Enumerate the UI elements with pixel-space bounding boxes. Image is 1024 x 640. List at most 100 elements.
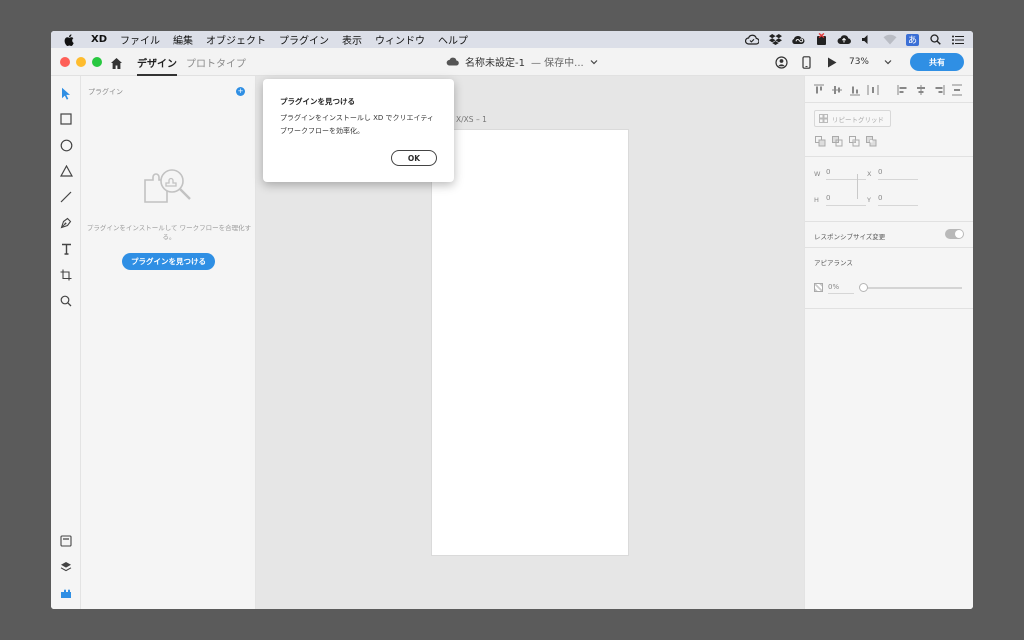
share-button[interactable]: 共有: [910, 53, 964, 71]
line-tool-icon[interactable]: [59, 190, 73, 204]
window-controls: [60, 57, 102, 67]
width-field[interactable]: 0: [826, 168, 866, 180]
menu-window[interactable]: ウィンドウ: [375, 32, 425, 47]
text-tool-icon[interactable]: [59, 242, 73, 256]
plugins-empty-message: プラグインをインストールして ワークフローを合理化する。: [86, 224, 252, 241]
home-icon[interactable]: [110, 55, 123, 69]
align-center-icon[interactable]: [915, 84, 927, 96]
menubar-status-items: あ: [745, 31, 965, 48]
boolean-intersect-icon[interactable]: [849, 136, 860, 147]
opacity-field[interactable]: 0%: [828, 283, 854, 294]
opacity-slider-track[interactable]: [863, 287, 962, 289]
height-field[interactable]: 0: [826, 194, 866, 206]
align-left-icon[interactable]: [897, 84, 909, 96]
rectangle-tool-icon[interactable]: [59, 112, 73, 126]
device-preview-icon[interactable]: [799, 54, 815, 70]
align-right-icon[interactable]: [933, 84, 945, 96]
tool-rail: [51, 76, 81, 609]
creative-cloud-sync-icon[interactable]: [745, 34, 759, 46]
x-field[interactable]: 0: [878, 168, 918, 180]
zoom-level[interactable]: 73%: [849, 57, 869, 67]
zoom-window-button[interactable]: [92, 57, 102, 67]
toolbar-right: 73% 共有: [774, 52, 964, 72]
artboard-tool-icon[interactable]: [59, 268, 73, 282]
add-plugin-icon[interactable]: +: [236, 87, 245, 96]
apple-icon[interactable]: [64, 33, 76, 46]
plugins-panel-title: プラグイン: [88, 88, 123, 96]
dialog-body: プラグインをインストールし XD でクリエイティブワークフローを効率化。: [280, 114, 434, 135]
menu-app-name[interactable]: XD: [91, 34, 107, 45]
spotlight-search-icon[interactable]: [928, 34, 942, 46]
assets-panel-icon[interactable]: [59, 534, 73, 548]
creative-cloud-icon[interactable]: [791, 34, 805, 46]
boolean-add-icon[interactable]: [815, 136, 826, 147]
select-tool-icon[interactable]: [59, 86, 73, 100]
close-window-button[interactable]: [60, 57, 70, 67]
notification-center-icon[interactable]: [951, 34, 965, 46]
document-title[interactable]: 名称未設定-1 — 保存中...: [446, 54, 598, 69]
find-plugins-dialog: プラグインを見つける プラグインをインストールし XD でクリエイティブワークフ…: [263, 79, 454, 182]
align-bottom-icon[interactable]: [849, 84, 861, 96]
inspector-divider: [805, 102, 973, 103]
property-inspector: リピートグリッド W 0 X 0 H 0 Y 0 レスポンシブサイズ変更 アピア…: [804, 76, 973, 609]
menu-edit[interactable]: 編集: [173, 32, 193, 47]
dropbox-icon[interactable]: [768, 34, 782, 46]
distribute-horizontal-icon[interactable]: [867, 84, 879, 96]
artboard-label[interactable]: e X/XS – 1: [449, 115, 487, 124]
ok-button[interactable]: OK: [391, 150, 437, 166]
tab-design[interactable]: デザイン: [137, 55, 177, 76]
tab-prototype[interactable]: プロトタイプ: [186, 55, 246, 70]
menu-help[interactable]: ヘルプ: [438, 32, 468, 47]
boolean-exclude-icon[interactable]: [866, 136, 877, 147]
repeat-grid-button[interactable]: リピートグリッド: [814, 110, 891, 127]
artboard[interactable]: [431, 129, 629, 556]
y-label: Y: [867, 196, 871, 204]
user-account-icon[interactable]: [774, 54, 790, 70]
find-plugins-button[interactable]: プラグインを見つける: [122, 253, 215, 270]
chevron-down-icon: [590, 59, 598, 64]
app-status-icon[interactable]: [814, 33, 828, 46]
align-top-icon[interactable]: [813, 84, 825, 96]
repeat-grid-label: リピートグリッド: [832, 115, 884, 124]
inspector-divider: [805, 156, 973, 157]
repeat-grid-icon: [819, 114, 828, 123]
plugin-search-illustration-icon: [144, 169, 191, 203]
wifi-icon[interactable]: [883, 34, 897, 46]
responsive-resize-toggle[interactable]: [945, 229, 964, 239]
cloud-upload-icon[interactable]: [837, 34, 851, 46]
ellipse-tool-icon[interactable]: [59, 138, 73, 152]
align-toolbar: [813, 84, 968, 96]
menu-plugins[interactable]: プラグイン: [279, 32, 329, 47]
save-status: — 保存中...: [530, 58, 584, 69]
boolean-subtract-icon[interactable]: [832, 136, 843, 147]
width-label: W: [814, 170, 821, 178]
menu-file[interactable]: ファイル: [120, 32, 160, 47]
opacity-icon: [814, 283, 823, 292]
menu-view[interactable]: 表示: [342, 32, 362, 47]
plugins-panel: プラグイン + プラグインをインストールして ワークフローを合理化する。 プラグ…: [81, 76, 256, 609]
zoom-tool-icon[interactable]: [59, 294, 73, 308]
inspector-divider: [805, 247, 973, 248]
polygon-tool-icon[interactable]: [59, 164, 73, 178]
responsive-resize-label: レスポンシブサイズ変更: [814, 233, 886, 241]
play-preview-icon[interactable]: [824, 54, 840, 70]
menu-object[interactable]: オブジェクト: [206, 32, 266, 47]
input-method-icon[interactable]: あ: [906, 33, 919, 46]
document-name: 名称未設定-1: [465, 58, 525, 69]
pen-tool-icon[interactable]: [59, 216, 73, 230]
x-label: X: [867, 170, 872, 178]
dialog-title: プラグインを見つける: [280, 97, 355, 106]
align-middle-icon[interactable]: [831, 84, 843, 96]
zoom-chevron-down-icon[interactable]: [880, 54, 896, 70]
y-field[interactable]: 0: [878, 194, 918, 206]
opacity-slider-handle[interactable]: [859, 283, 868, 292]
minimize-window-button[interactable]: [76, 57, 86, 67]
layers-panel-icon[interactable]: [59, 560, 73, 574]
inspector-divider: [805, 221, 973, 222]
distribute-vertical-icon[interactable]: [951, 84, 963, 96]
plugins-panel-icon[interactable]: [59, 586, 73, 600]
cloud-document-icon: [446, 57, 459, 66]
volume-icon[interactable]: [860, 34, 874, 46]
xd-window: XD ファイル 編集 オブジェクト プラグイン 表示 ウィンドウ ヘルプ あ デ…: [51, 31, 973, 609]
appearance-section-title: アピアランス: [814, 259, 853, 267]
